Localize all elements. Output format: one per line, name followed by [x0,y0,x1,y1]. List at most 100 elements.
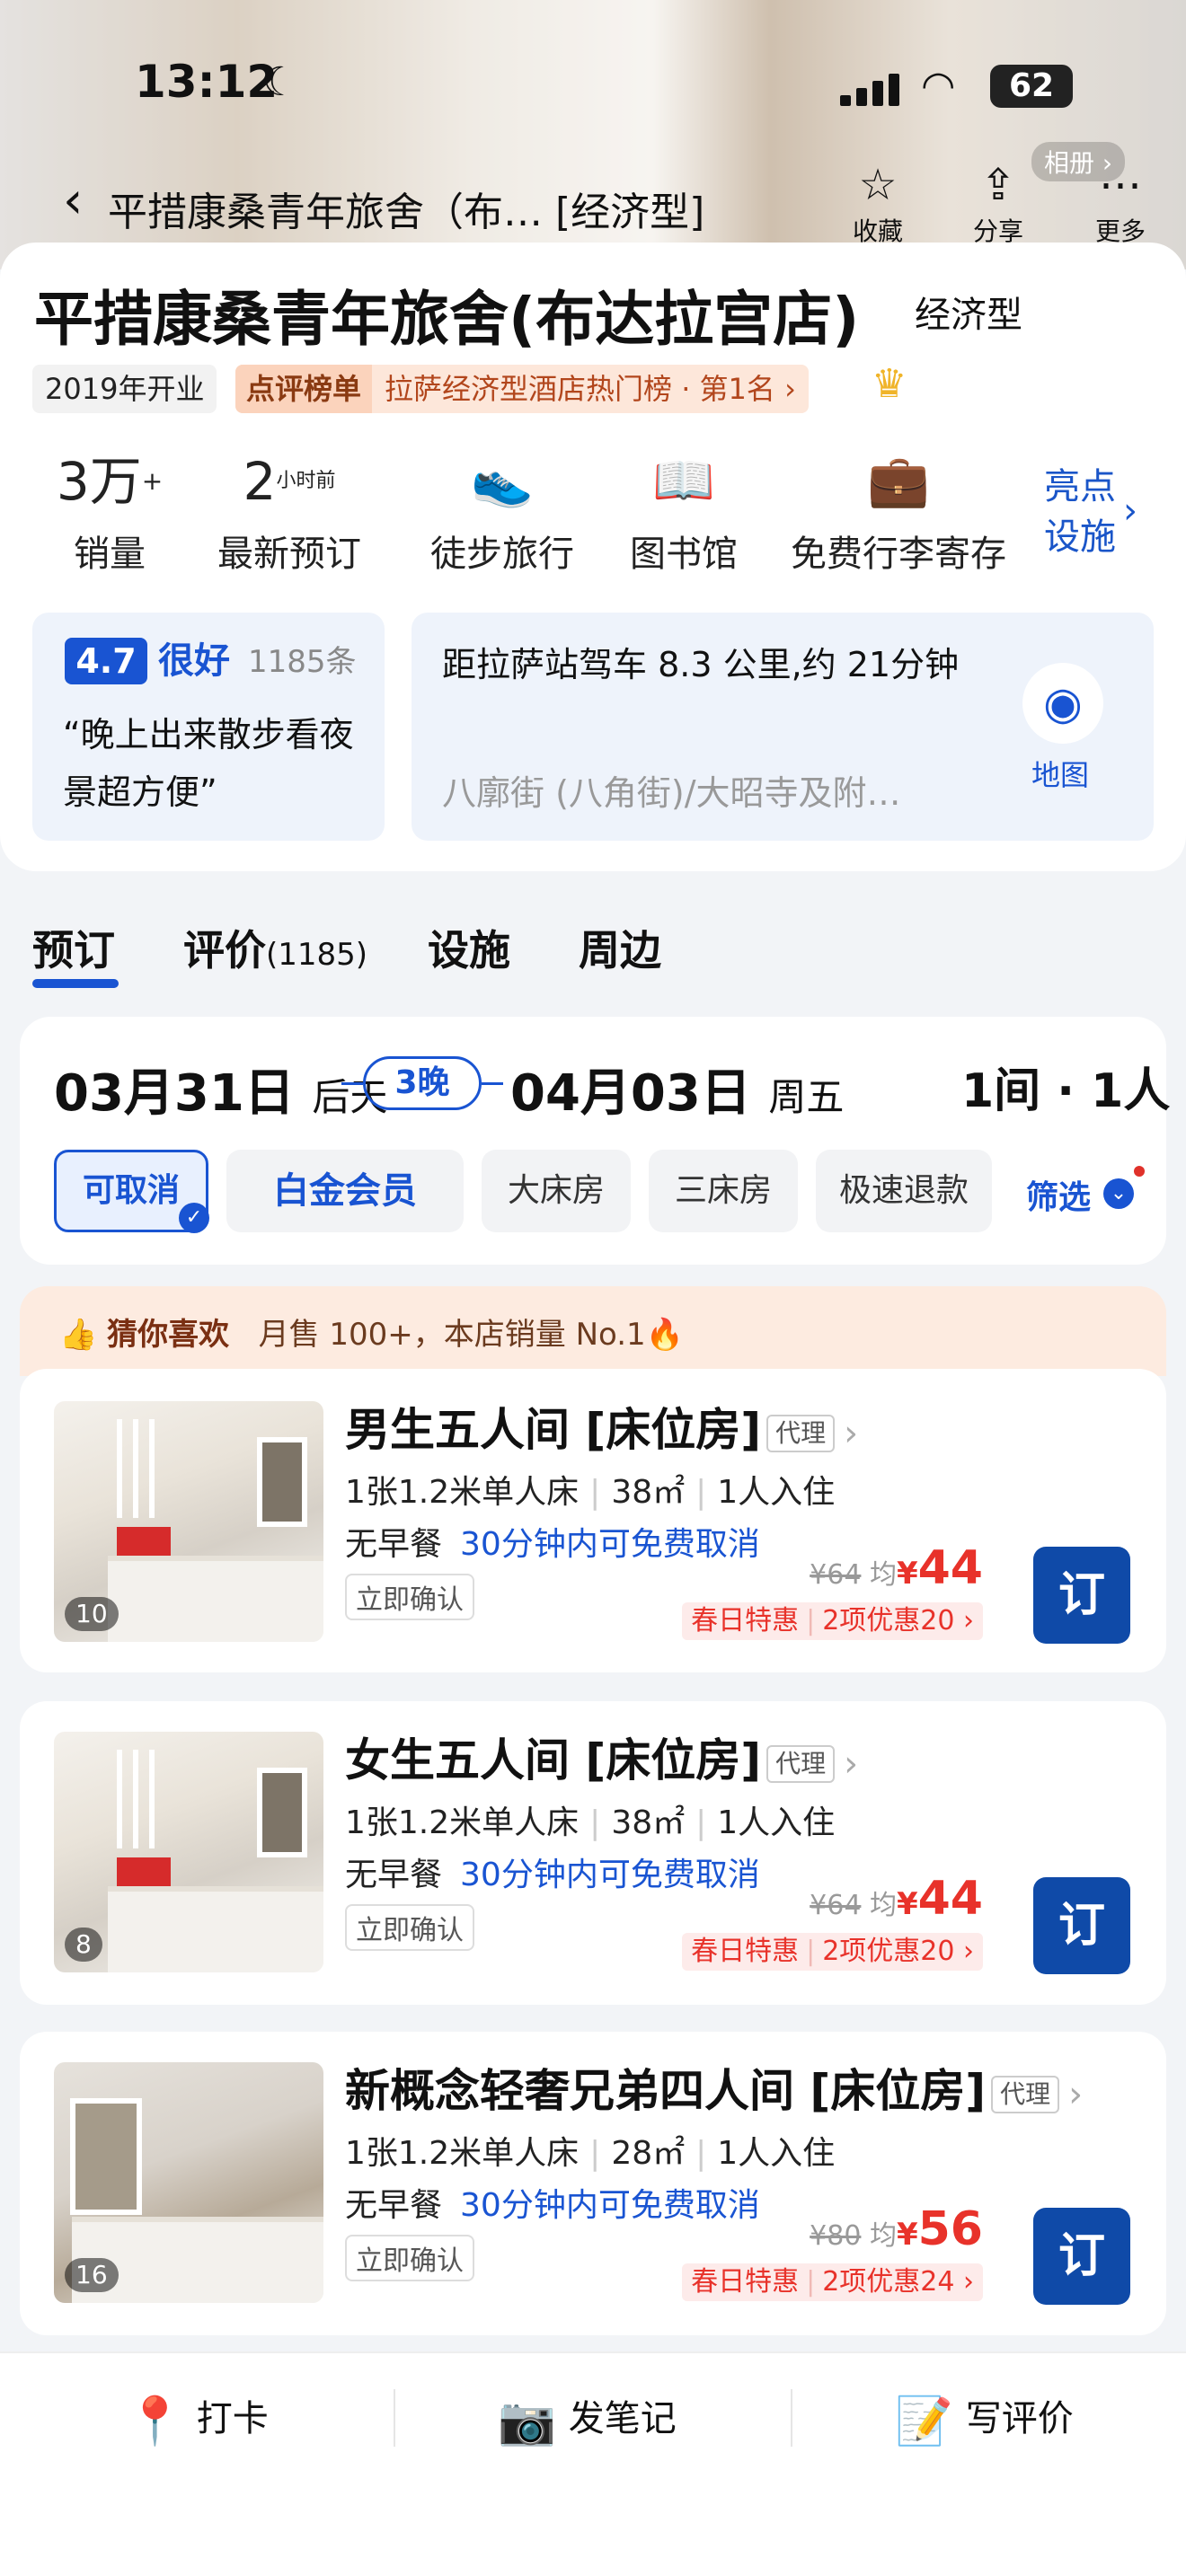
share-icon: ⇪ [979,160,1017,210]
instant-confirm-tag: 立即确认 [345,2235,474,2281]
sales-label: 销量 [74,534,146,575]
map-label[interactable]: 地图 [1031,753,1089,794]
facility-label: 免费行李寄存 [791,534,1006,575]
share-button[interactable]: ⇪ 分享 [958,160,1039,248]
opened-year-tag: 2019年开业 [32,365,217,413]
room-name[interactable]: 女生五人间 [床位房] 代理 › [345,1725,858,1789]
write-review-label: 写评价 [965,2398,1074,2439]
cancel-policy: 30分钟内可免费取消 [460,2187,760,2224]
favorite-button[interactable]: ☆ 收藏 [837,160,918,248]
map-pin-icon[interactable]: ◉ [1022,663,1103,744]
checkin-label: 打卡 [196,2398,269,2439]
bed-spec: 1张1.2米单人床 [345,1804,580,1841]
chevron-down-icon[interactable]: ⌄ [1103,1178,1134,1209]
promo-name: 春日特惠 [691,2266,800,2298]
book-button[interactable]: 订 [1033,1877,1130,1974]
bed [108,1886,323,1972]
cancel-policy: 30分钟内可免费取消 [460,1526,760,1563]
room-photo[interactable]: 16 [54,2062,323,2303]
highlights-facilities-link[interactable]: 亮点 设施 [1044,462,1116,562]
active-tab-indicator [32,979,119,988]
area-spec: 38㎡ [611,1804,686,1841]
promo-tag[interactable]: 春日特惠 | 2项优惠20 › [682,1602,983,1640]
chip-platinum-member[interactable]: 白金会员 [226,1150,464,1232]
meal-info: 无早餐 [345,2187,443,2224]
promo-name: 春日特惠 [691,1605,800,1636]
rating-quote: “晚上出来散步看夜景超方便” [63,715,354,812]
latest-booking-stat: 2小时前 最新预订 [208,449,370,577]
currency: ¥ [896,1556,918,1592]
cancel-policy: 30分钟内可免费取消 [460,1857,760,1893]
post-note-label: 发笔记 [568,2398,677,2439]
checkin-date[interactable]: 03月31日 后天 [54,1053,387,1125]
room-specs: 1张1.2米单人床 | 38㎡ | 1人入住 [345,1474,836,1511]
room-policy: 无早餐 30分钟内可免费取消 [345,1848,760,1895]
tab-facilities[interactable]: 设施 [428,918,510,977]
chip-fast-refund[interactable]: 极速退款 [816,1150,992,1232]
room-photo[interactable]: 10 [54,1401,323,1642]
ranking-tag[interactable]: 点评榜单 拉萨经济型酒店热门榜 · 第1名 › [235,365,809,413]
occupancy-spec: 1人入住 [717,1474,836,1511]
location-area: 八廓街 (八角街)/大昭寺及附… [442,773,901,813]
room-title: 男生五人间 [床位房] [345,1404,762,1456]
currency: ¥ [896,2217,918,2253]
bed-spec: 1张1.2米单人床 [345,2135,580,2172]
chip-king-bed[interactable]: 大床房 [482,1150,631,1232]
promo-tag[interactable]: 春日特惠 | 2项优惠20 › [682,1933,983,1971]
room-specs: 1张1.2米单人床 | 28㎡ | 1人入住 [345,2135,836,2172]
nights-connector [482,1082,503,1085]
room-name[interactable]: 新概念轻奢兄弟四人间 [床位房] 代理 › [345,2055,1083,2120]
tab-reviews-label: 评价 [183,926,266,975]
recommend-title: 猜你喜欢 [107,1317,230,1353]
price-row: ¥80 均¥56 [810,2202,983,2256]
chevron-right-icon: › [844,1412,859,1454]
bottom-action-bar [0,2351,1186,2576]
photo-count: 8 [65,1928,102,1962]
chevron-right-icon[interactable]: › [1123,490,1137,532]
room-photo[interactable]: 8 [54,1732,323,1972]
thumbs-up-icon: 👍 [59,1317,98,1353]
divider [791,2389,792,2447]
chip-cancellable[interactable]: 可取消 ✓ [54,1150,209,1233]
write-review-button[interactable]: 📝 写评价 [895,2389,1074,2448]
rating-count: 1185条 [248,644,357,680]
tab-nearby[interactable]: 周边 [579,918,661,977]
facility-hiking[interactable]: 👟 徒步旅行 [426,449,579,577]
chip-three-beds[interactable]: 三床房 [649,1150,798,1232]
rooms-guests-selector[interactable]: 1间 · 1人 [961,1053,1170,1120]
wifi-icon: ◠ [921,63,956,109]
filter-button[interactable]: 筛选 [1026,1171,1091,1218]
more-icon: ⋯ [1099,160,1142,210]
facility-luggage[interactable]: 💼 免费行李寄存 [785,449,1012,577]
window [257,1437,307,1527]
avg-label: 均 [869,2220,897,2252]
facility-library[interactable]: 📖 图书馆 [616,449,751,577]
post-note-button[interactable]: 📷 发笔记 [498,2389,677,2448]
checkin-button[interactable]: 📍 打卡 [126,2389,269,2448]
location-pin-icon: 📍 [126,2394,184,2448]
ranking-text: 拉萨经济型酒店热门榜 · 第1名 › [385,372,796,406]
room-name[interactable]: 男生五人间 [床位房] 代理 › [345,1394,858,1459]
nights-badge: 3晚 [363,1056,482,1110]
battery-indicator: 62 [990,65,1073,108]
promo-discount: 2项优惠20 › [822,1605,974,1636]
wall-lamp [117,1419,122,1518]
location-distance: 距拉萨站驾车 8.3 公里,约 21分钟 [442,645,960,684]
chevron-right-icon: › [844,1742,859,1785]
checkout-date[interactable]: 04月03日 周五 [510,1053,844,1125]
tab-booking[interactable]: 预订 [32,918,115,977]
promo-name: 春日特惠 [691,1936,800,1967]
promo-tag[interactable]: 春日特惠 | 2项优惠24 › [682,2263,983,2301]
book-button[interactable]: 订 [1033,2208,1130,2305]
occupancy-spec: 1人入住 [717,2135,836,2172]
briefcase-icon: 💼 [867,452,930,510]
book-button[interactable]: 订 [1033,1547,1130,1644]
tab-reviews[interactable]: 评价(1185) [183,918,367,977]
more-button[interactable]: ⋯ 更多 [1080,160,1161,248]
latest-booking-value: 2 [243,451,277,512]
meal-info: 无早餐 [345,1857,443,1893]
window [70,2098,142,2215]
camera-icon: 📷 [498,2394,556,2448]
instant-confirm-tag: 立即确认 [345,1574,474,1620]
back-icon[interactable]: ‹ [63,176,83,226]
